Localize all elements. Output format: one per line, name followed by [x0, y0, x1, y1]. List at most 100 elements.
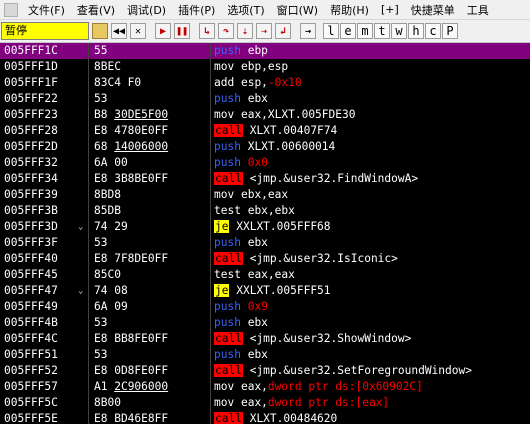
disasm-row[interactable]: 005FFF2D 68 14006000 push XLXT.00600014: [0, 139, 530, 155]
hex-bytes: 8BD8: [94, 188, 121, 201]
hex-bytes: A1: [94, 380, 115, 393]
disasm-row[interactable]: 005FFF45 85C0 test eax,eax: [0, 267, 530, 283]
disasm-row[interactable]: 005FFF22 53 push ebx: [0, 91, 530, 107]
hex-cell: 85C0: [94, 267, 121, 283]
app-icon: [4, 2, 18, 17]
column-divider: [210, 363, 211, 379]
toolbar: 暂停 ◀◀ ✕ ▶ ❚❚ ↳ ↷ ⇣ ⇢ ↲ → l e m t w h c P: [0, 20, 530, 43]
disasm-row[interactable]: 005FFF39 8BD8 mov ebx,eax: [0, 187, 530, 203]
close-icon[interactable]: ✕: [130, 23, 146, 39]
patches-button[interactable]: P: [442, 23, 458, 39]
trace-into-icon[interactable]: ⇣: [237, 23, 253, 39]
cpu-button[interactable]: c: [425, 23, 441, 39]
windows-button[interactable]: w: [391, 23, 407, 39]
operand: <jmp.&user32.SetForegroundWindow>: [249, 364, 472, 377]
disasm-row[interactable]: 005FFF5C 8B00 mov eax,dword ptr ds:[eax]: [0, 395, 530, 411]
mnemonic: call: [214, 364, 243, 377]
operand: ebx: [247, 92, 268, 105]
restart-icon[interactable]: ◀◀: [111, 23, 127, 39]
menu-plugins[interactable]: 插件(P): [172, 2, 221, 18]
hex-bytes: E8 7F8DE0FF: [94, 252, 169, 265]
execute-till-return-icon[interactable]: ↲: [275, 23, 291, 39]
operand: XLXT.00484620: [249, 412, 338, 424]
disasm-row[interactable]: 005FFF51 53 push ebx: [0, 347, 530, 363]
hex-cell: E8 BB8FE0FF: [94, 331, 168, 347]
hex-bytes: 53: [94, 236, 108, 249]
column-divider: [88, 139, 89, 155]
column-divider: [88, 411, 89, 424]
hex-cell: B8 30DE5F00: [94, 107, 168, 123]
hex-bytes: 53: [94, 92, 108, 105]
address-cell: 005FFF47: [0, 283, 74, 299]
menu-file[interactable]: 文件(F): [22, 2, 71, 18]
menu-options[interactable]: 选项(T): [221, 2, 270, 18]
disasm-row[interactable]: 005FFF3F 53 push ebx: [0, 235, 530, 251]
column-divider: [210, 187, 211, 203]
disasm-row[interactable]: 005FFF4C E8 BB8FE0FF call <jmp.&user32.Sho…: [0, 331, 530, 347]
disassembly-pane[interactable]: 005FFF1C 55 push ebp 005FFF1D 8BEC mov ebp,es…: [0, 43, 530, 424]
disasm-row[interactable]: 005FFF3B 85DB test ebx,ebx: [0, 203, 530, 219]
hex-bytes: 6A 09: [94, 300, 128, 313]
disasm-row[interactable]: 005FFF57 A1 2C906000 mov eax,dword ptr ds:…: [0, 379, 530, 395]
menu-shortcut[interactable]: 快捷菜单: [405, 2, 461, 18]
hex-cell: E8 3B8BE0FF: [94, 171, 168, 187]
handles-button[interactable]: h: [408, 23, 424, 39]
open-folder-icon[interactable]: [92, 23, 108, 39]
disasm-row[interactable]: 005FFF1C 55 push ebp: [0, 43, 530, 59]
disasm-row[interactable]: 005FFF1D 8BEC mov ebp,esp: [0, 59, 530, 75]
disasm-row[interactable]: 005FFF1F 83C4 F0 add esp,-0x10: [0, 75, 530, 91]
disasm-cell: mov ebx,eax: [214, 187, 288, 203]
column-divider: [210, 411, 211, 424]
mnemonic: call: [214, 124, 243, 137]
disasm-row[interactable]: 005FFF4B 53 push ebx: [0, 315, 530, 331]
memory-map-button[interactable]: m: [357, 23, 373, 39]
step-into-icon[interactable]: ↳: [199, 23, 215, 39]
column-divider: [210, 75, 211, 91]
disasm-row[interactable]: 005FFF47 ⌄ 74 08 je XXLXT.005FFF51: [0, 283, 530, 299]
run-icon[interactable]: ▶: [155, 23, 171, 39]
operand: <jmp.&user32.ShowWindow>: [249, 332, 412, 345]
disasm-row[interactable]: 005FFF32 6A 00 push 0x0: [0, 155, 530, 171]
column-divider: [88, 267, 89, 283]
trace-over-icon[interactable]: ⇢: [256, 23, 272, 39]
disasm-row[interactable]: 005FFF34 E8 3B8BE0FF call <jmp.&user32.Fin…: [0, 171, 530, 187]
column-divider: [88, 315, 89, 331]
disasm-row[interactable]: 005FFF52 E8 0D8FE0FF call <jmp.&user32.Set…: [0, 363, 530, 379]
column-divider: [210, 219, 211, 235]
step-over-icon[interactable]: ↷: [218, 23, 234, 39]
goto-icon[interactable]: →: [300, 23, 316, 39]
operand: ebx: [247, 236, 268, 249]
mnemonic: push: [214, 300, 241, 313]
disasm-row[interactable]: 005FFF40 E8 7F8DE0FF call <jmp.&user32.IsI…: [0, 251, 530, 267]
hex-cell: E8 BD46E8FF: [94, 411, 168, 424]
disasm-row[interactable]: 005FFF28 E8 4780E0FF call XLXT.00407F74: [0, 123, 530, 139]
disasm-cell: call <jmp.&user32.FindWindowA>: [214, 171, 418, 187]
menu-view[interactable]: 查看(V): [71, 2, 121, 18]
hex-cell: 6A 00: [94, 155, 128, 171]
menu-plus[interactable]: [+]: [375, 3, 405, 16]
disasm-row[interactable]: 005FFF23 B8 30DE5F00 mov eax,XLXT.005FDE30: [0, 107, 530, 123]
hex-bytes: 83C4 F0: [94, 76, 142, 89]
hex-bytes: 85C0: [94, 268, 121, 281]
operand: <jmp.&user32.IsIconic>: [249, 252, 398, 265]
column-divider: [88, 219, 89, 235]
threads-button[interactable]: t: [374, 23, 390, 39]
log-window-button[interactable]: l: [323, 23, 339, 39]
disasm-row[interactable]: 005FFF49 6A 09 push 0x9: [0, 299, 530, 315]
disasm-row[interactable]: 005FFF3D ⌄ 74 29 je XXLXT.005FFF68: [0, 219, 530, 235]
menu-debug[interactable]: 调试(D): [121, 2, 172, 18]
mnemonic: push: [214, 156, 241, 169]
column-divider: [210, 299, 211, 315]
disasm-row[interactable]: 005FFF5E E8 BD46E8FF call XLXT.00484620: [0, 411, 530, 424]
menu-help[interactable]: 帮助(H): [324, 2, 375, 18]
menu-window[interactable]: 窗口(W): [271, 2, 324, 18]
menu-tools[interactable]: 工具: [461, 2, 495, 18]
column-divider: [210, 267, 211, 283]
column-divider: [210, 139, 211, 155]
jump-arrow-icon: ⌄: [78, 286, 84, 296]
mnemonic: test: [214, 268, 241, 281]
pause-icon[interactable]: ❚❚: [174, 23, 190, 39]
executables-button[interactable]: e: [340, 23, 356, 39]
column-divider: [210, 59, 211, 75]
column-divider: [210, 251, 211, 267]
